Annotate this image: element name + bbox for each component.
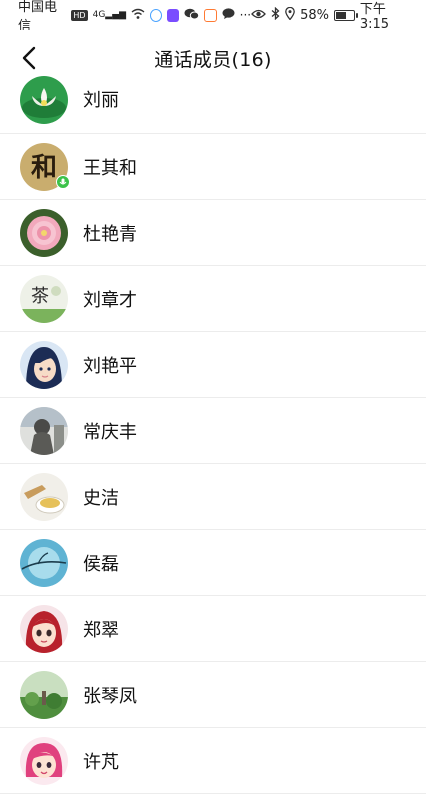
member-name: 郑翠	[83, 619, 119, 641]
location-icon	[285, 6, 295, 23]
hd-badge: HD	[71, 9, 88, 21]
member-name: 常庆丰	[83, 421, 137, 443]
member-row[interactable]: 刘丽	[0, 70, 426, 134]
member-row[interactable]: 杜艳青	[0, 200, 426, 266]
battery-percent: 58%	[300, 7, 329, 23]
page-title: 通话成员(16)	[154, 48, 272, 71]
avatar	[20, 208, 68, 257]
status-bar: 中国电信 HD 4G▂▄▆ ··· 58% 下午3:15	[0, 0, 426, 34]
calligraphy-glyph: 和	[31, 153, 57, 183]
wifi-icon	[131, 8, 145, 23]
member-name: 许芃	[83, 751, 119, 773]
member-name: 刘章才	[83, 289, 137, 311]
avatar	[20, 406, 68, 455]
avatar	[20, 604, 68, 653]
member-name: 侯磊	[83, 553, 119, 575]
member-row[interactable]: 茶 刘章才	[0, 266, 426, 332]
member-list: 刘丽 和 王其和 杜艳青 茶 刘章才 刘艳平 常庆丰 史洁 侯磊 郑翠 张琴凤 …	[0, 70, 426, 794]
avatar	[20, 670, 68, 719]
bluetooth-icon	[271, 6, 280, 23]
tea-glyph: 茶	[31, 286, 49, 307]
signal-icon: 4G▂▄▆	[92, 9, 127, 20]
avatar	[20, 736, 68, 785]
battery-icon	[333, 9, 358, 21]
video-app-icon	[167, 8, 180, 22]
avatar	[20, 76, 68, 124]
wechat-icon	[184, 8, 200, 23]
member-name: 杜艳青	[83, 223, 137, 245]
avatar: 茶	[20, 274, 68, 323]
chevron-left-icon	[22, 46, 36, 70]
member-row[interactable]: 和 王其和	[0, 134, 426, 200]
more-icon: ···	[239, 8, 252, 22]
carrier-label: 中国电信	[18, 0, 58, 34]
member-row[interactable]: 史洁	[0, 464, 426, 530]
member-name: 刘艳平	[83, 355, 137, 377]
member-row[interactable]: 刘艳平	[0, 332, 426, 398]
avatar	[20, 538, 68, 587]
orange-app-icon	[204, 8, 217, 22]
status-right: 58% 下午3:15	[251, 0, 412, 32]
member-name: 史洁	[83, 487, 119, 509]
member-row[interactable]: 常庆丰	[0, 398, 426, 464]
signal-label: 4G	[92, 9, 106, 20]
clock: 下午3:15	[359, 2, 390, 32]
battery-fill	[335, 11, 346, 19]
member-row[interactable]: 张琴凤	[0, 662, 426, 728]
message-icon	[222, 7, 235, 23]
app-icon	[150, 8, 163, 22]
avatar	[20, 340, 68, 389]
member-row[interactable]: 许芃	[0, 728, 426, 794]
member-name: 刘丽	[83, 90, 119, 111]
member-name: 张琴凤	[83, 685, 137, 707]
member-name: 王其和	[83, 157, 137, 179]
eye-icon	[251, 8, 266, 22]
member-row[interactable]: 侯磊	[0, 530, 426, 596]
avatar	[20, 472, 68, 521]
microphone-icon	[56, 175, 70, 189]
member-row[interactable]: 郑翠	[0, 596, 426, 662]
status-left: 中国电信 HD 4G▂▄▆ ···	[18, 0, 251, 34]
